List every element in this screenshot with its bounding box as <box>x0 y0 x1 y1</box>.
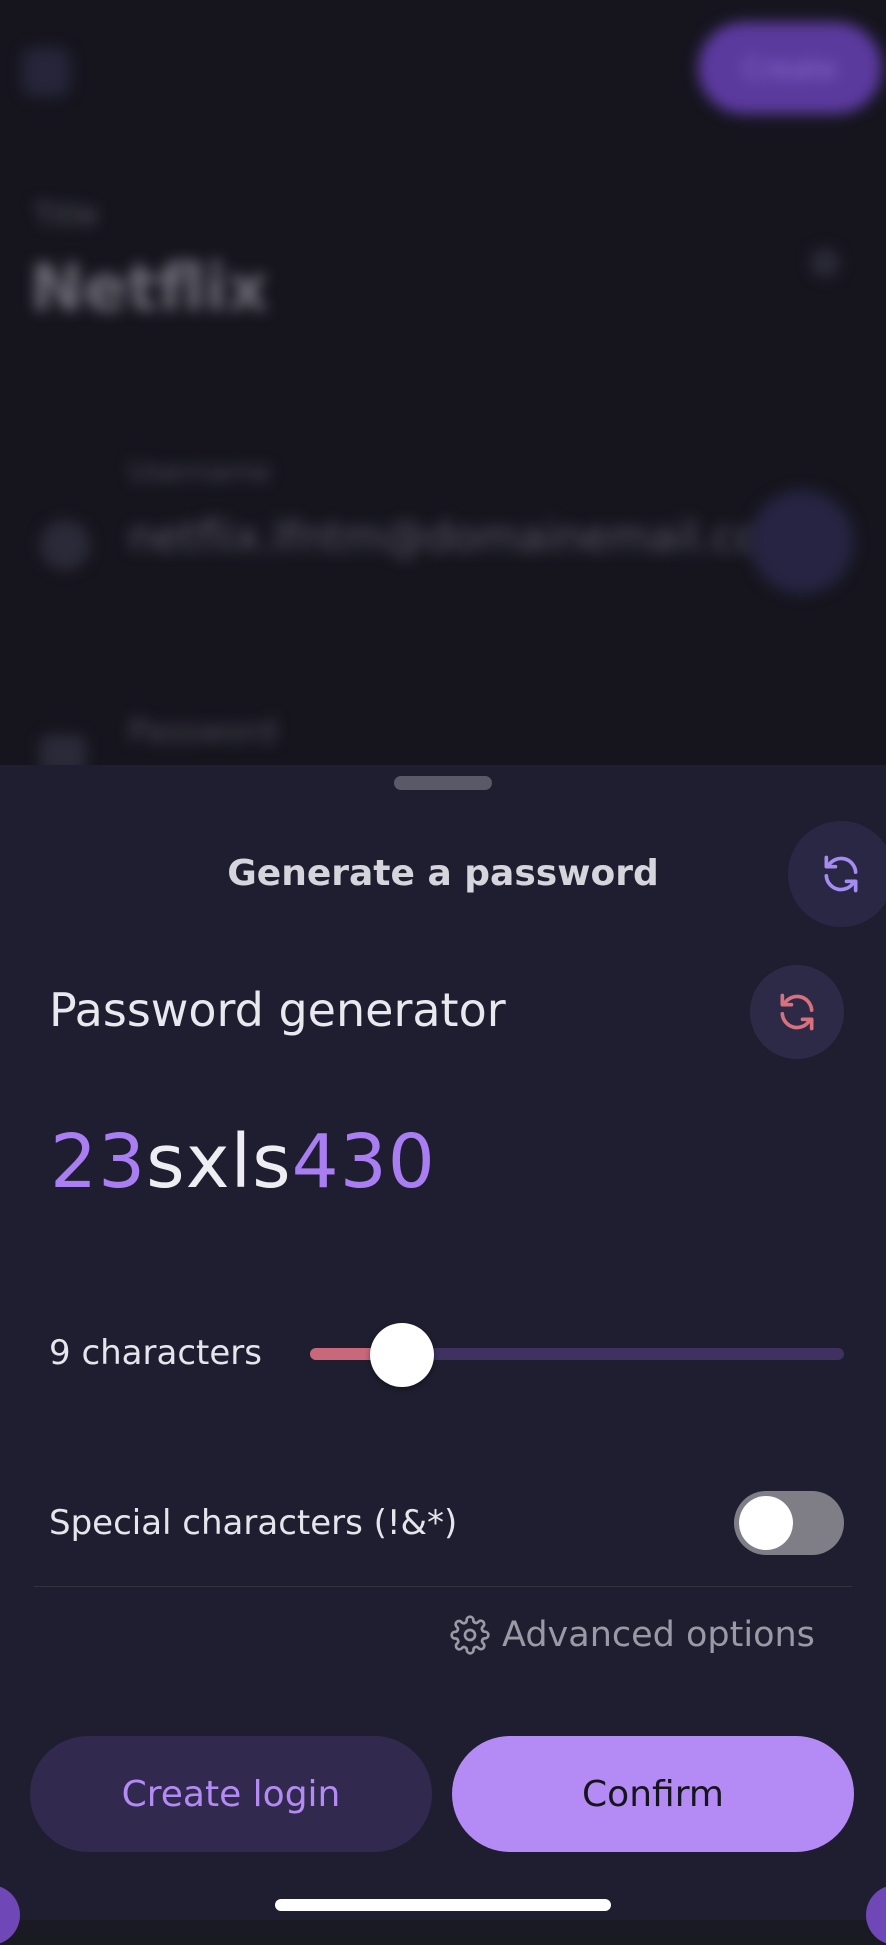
sheet-grabber[interactable] <box>394 776 492 790</box>
corner-decoration <box>0 1885 20 1945</box>
corner-decoration <box>866 1885 886 1945</box>
sheet-title: Generate a password <box>227 853 659 894</box>
copy-button <box>750 490 854 594</box>
create-login-button[interactable]: Create login <box>30 1736 432 1852</box>
key-icon <box>40 735 86 765</box>
toggle-knob <box>739 1496 793 1550</box>
background-title: Netflix <box>30 252 269 326</box>
username-label: Username <box>128 455 271 488</box>
refresh-icon <box>824 855 858 893</box>
regenerate-password-button[interactable] <box>750 965 844 1059</box>
length-slider-thumb[interactable] <box>370 1323 435 1387</box>
menu-icon <box>22 48 70 96</box>
background-page: Create Title Netflix Username netflix.lf… <box>0 0 886 765</box>
password-segment: sxls <box>146 1119 292 1205</box>
generated-password: 23sxls430 <box>50 1125 436 1199</box>
sheet-regenerate-button[interactable] <box>788 821 886 927</box>
refresh-icon <box>780 993 814 1031</box>
password-segment: 430 <box>291 1119 436 1205</box>
user-icon <box>40 520 90 570</box>
gear-icon <box>450 1615 490 1655</box>
username-value: netflix.lfntm@domainemail.com <box>128 512 802 561</box>
home-indicator <box>275 1899 611 1911</box>
section-title: Password generator <box>49 983 506 1037</box>
divider <box>34 1586 852 1587</box>
password-segment: 23 <box>50 1119 147 1205</box>
password-sheet: Generate a password Password generator 2… <box>0 765 886 1945</box>
special-characters-label: Special characters (!&*) <box>49 1503 458 1543</box>
password-label: Password <box>128 712 278 750</box>
more-icon <box>810 248 840 278</box>
background-kicker: Title <box>34 198 99 233</box>
length-label: 9 characters <box>49 1333 262 1373</box>
advanced-options-button[interactable]: Advanced options <box>450 1615 815 1655</box>
advanced-options-label: Advanced options <box>502 1615 815 1655</box>
confirm-button[interactable]: Confirm <box>452 1736 854 1852</box>
background-action-button: Create <box>698 22 882 114</box>
special-characters-toggle[interactable] <box>734 1491 844 1555</box>
